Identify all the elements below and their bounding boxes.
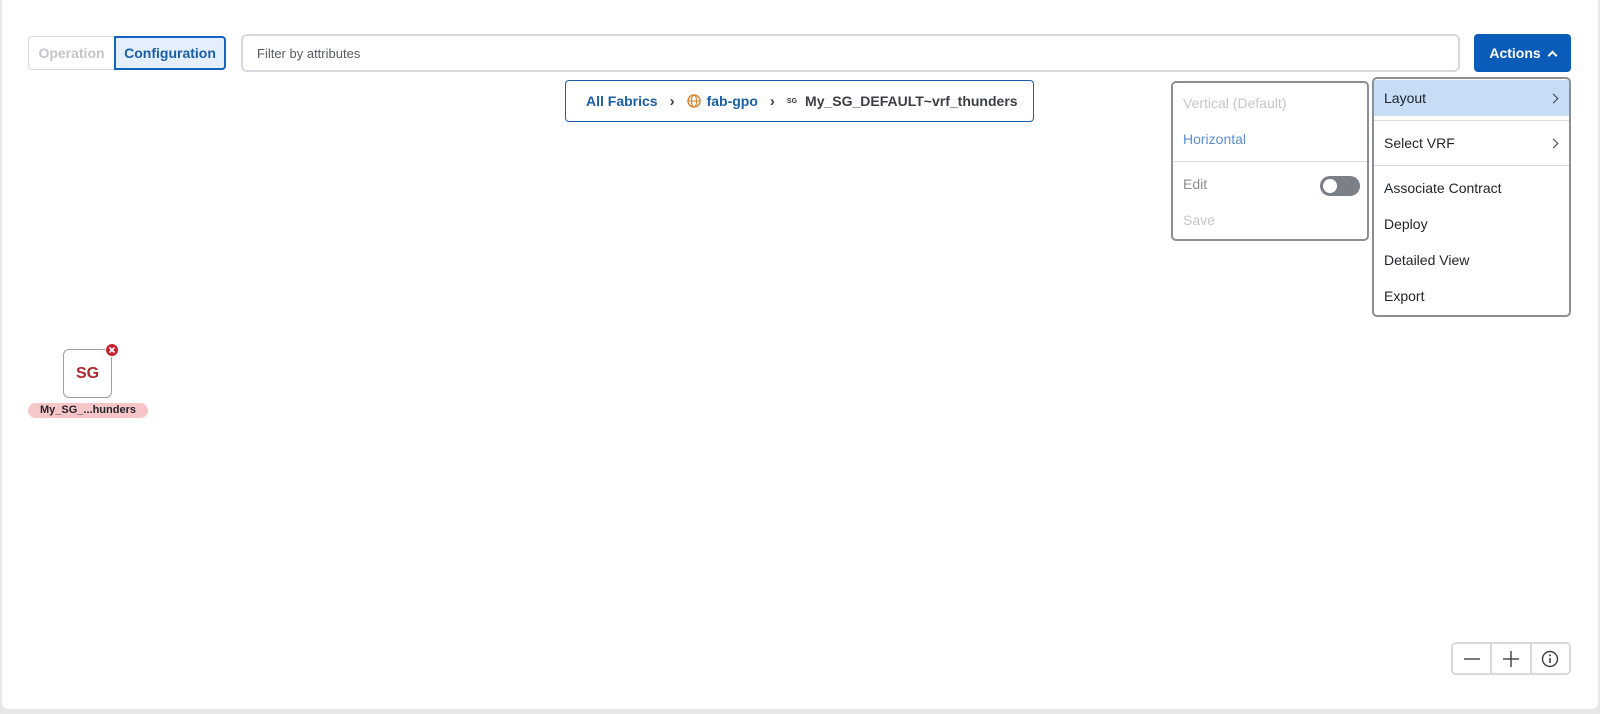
zoom-controls xyxy=(1451,642,1571,675)
breadcrumb-current: My_SG_DEFAULT~vrf_thunders xyxy=(805,93,1018,109)
zoom-out-icon xyxy=(1463,657,1480,660)
breadcrumb-separator-icon: › xyxy=(769,92,775,110)
filter-input[interactable] xyxy=(241,34,1460,72)
submenu-divider xyxy=(1173,161,1367,162)
info-icon xyxy=(1542,650,1559,667)
sg-node-icon: SG xyxy=(75,364,100,382)
edit-toggle[interactable] xyxy=(1320,176,1360,196)
topology-panel: Operation Configuration Actions All Fabr… xyxy=(2,0,1598,709)
menu-item-detailed-view[interactable]: Detailed View xyxy=(1374,242,1569,278)
layout-submenu: Vertical (Default) Horizontal Edit Save xyxy=(1171,81,1369,241)
actions-button[interactable]: Actions xyxy=(1474,34,1571,72)
globe-icon xyxy=(686,94,701,108)
node-label: My_SG_...hunders xyxy=(28,403,148,418)
mode-toggle: Operation Configuration xyxy=(28,36,226,70)
menu-divider xyxy=(1374,120,1569,121)
edit-label: Edit xyxy=(1183,176,1208,192)
chevron-right-icon xyxy=(1548,138,1559,148)
zoom-in-button[interactable] xyxy=(1492,644,1532,673)
breadcrumb-separator-icon: › xyxy=(669,92,675,110)
chevron-up-icon xyxy=(1547,50,1558,60)
menu-item-layout[interactable]: Layout xyxy=(1374,80,1569,116)
error-status-icon xyxy=(105,343,119,357)
menu-item-select-vrf[interactable]: Select VRF xyxy=(1374,125,1569,161)
close-icon xyxy=(108,346,116,354)
breadcrumb-all-fabrics[interactable]: All Fabrics xyxy=(586,93,658,109)
operation-tab[interactable]: Operation xyxy=(28,36,115,70)
actions-label: Actions xyxy=(1489,45,1541,61)
toggle-knob xyxy=(1323,179,1337,193)
menu-item-associate-contract[interactable]: Associate Contract xyxy=(1374,170,1569,206)
menu-item-label: Select VRF xyxy=(1384,135,1455,151)
save-button[interactable]: Save xyxy=(1183,212,1215,228)
breadcrumb-fabric[interactable]: fab-gpo xyxy=(707,93,758,109)
zoom-in-icon xyxy=(1502,650,1519,667)
menu-divider xyxy=(1374,165,1569,166)
layout-vertical-option[interactable]: Vertical (Default) xyxy=(1183,95,1286,111)
menu-item-export[interactable]: Export xyxy=(1374,278,1569,314)
menu-item-label: Layout xyxy=(1384,90,1427,106)
actions-menu: Layout Select VRF Associate Contract Dep… xyxy=(1372,77,1571,317)
sg-icon: SG xyxy=(786,97,798,105)
security-group-node[interactable]: SG xyxy=(63,349,112,398)
zoom-out-button[interactable] xyxy=(1453,644,1493,673)
info-button[interactable] xyxy=(1532,644,1569,673)
breadcrumb: All Fabrics › fab-gpo › SG My_SG_DEFAULT… xyxy=(565,80,1034,122)
layout-horizontal-option[interactable]: Horizontal xyxy=(1183,131,1246,147)
chevron-right-icon xyxy=(1548,93,1559,103)
menu-item-deploy[interactable]: Deploy xyxy=(1374,206,1569,242)
configuration-tab[interactable]: Configuration xyxy=(114,36,226,70)
